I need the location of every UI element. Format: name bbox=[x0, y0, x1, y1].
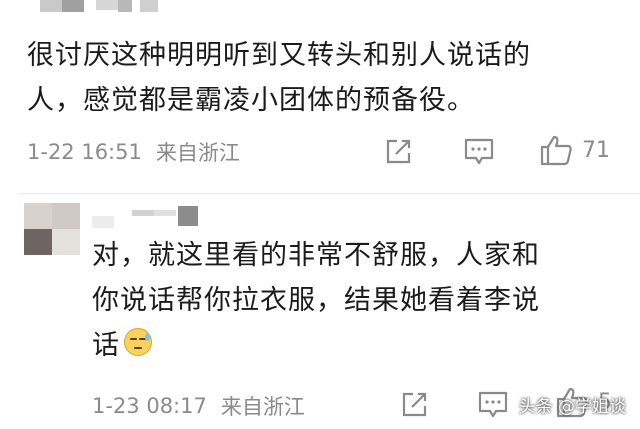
comment-2-text: 对，就这里看的非常不舒服，人家和 你说话帮你拉衣服，结果她看着李说 话 bbox=[92, 233, 540, 368]
comment-2-meta: 1-23 08:17 来自浙江 bbox=[92, 391, 305, 421]
comment-1-like-button[interactable]: 71 bbox=[540, 134, 610, 166]
comment-icon bbox=[464, 138, 494, 165]
comment-1-reply-button[interactable] bbox=[463, 137, 495, 167]
comment-icon bbox=[478, 391, 508, 418]
censored-username-2 bbox=[92, 204, 207, 228]
share-icon bbox=[402, 392, 427, 417]
share-icon bbox=[386, 139, 411, 164]
comment-2-location: 来自浙江 bbox=[220, 395, 305, 419]
comment-1-location: 来自浙江 bbox=[155, 141, 240, 165]
censored-username-1 bbox=[40, 0, 160, 14]
comment-1-meta: 1-22 16:51 来自浙江 bbox=[27, 137, 240, 167]
sweat-face-emoji bbox=[124, 328, 152, 356]
comment-divider bbox=[18, 193, 640, 194]
comment-2-time: 1-23 08:17 bbox=[92, 394, 207, 418]
comment-2-line-3: 话 bbox=[92, 330, 120, 361]
comment-1-like-count: 71 bbox=[582, 137, 610, 163]
comment-2-reply-button[interactable] bbox=[477, 390, 509, 420]
comment-2-share-button[interactable] bbox=[400, 389, 430, 419]
comment-1-line-2: 人，感觉都是霸凌小团体的预备役。 bbox=[27, 85, 475, 116]
thumbs-up-icon bbox=[540, 135, 572, 166]
watermark: 头条 @学姐谈 bbox=[518, 397, 626, 417]
comment-2-line-1: 对，就这里看的非常不舒服，人家和 bbox=[92, 240, 540, 271]
comment-1-text: 很讨厌这种明明听到又转头和别人说话的 人，感觉都是霸凌小团体的预备役。 bbox=[27, 33, 531, 123]
comment-1-line-1: 很讨厌这种明明听到又转头和别人说话的 bbox=[27, 40, 531, 71]
censored-avatar-2 bbox=[24, 203, 80, 255]
comment-1-time: 1-22 16:51 bbox=[27, 140, 142, 164]
comment-2-line-2: 你说话帮你拉衣服，结果她看着李说 bbox=[92, 285, 540, 316]
comment-1-share-button[interactable] bbox=[384, 136, 414, 166]
